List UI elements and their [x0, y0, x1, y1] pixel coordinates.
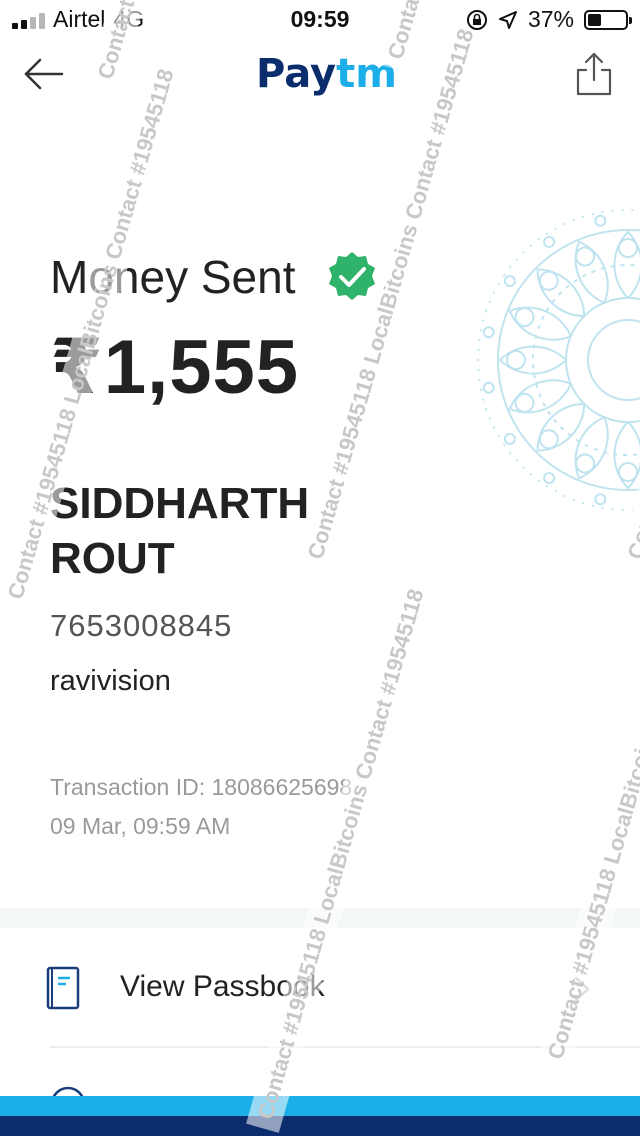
- payment-status-title: Money Sent: [50, 251, 296, 303]
- battery-fill: [588, 13, 601, 26]
- arrow-left-icon: [24, 58, 64, 90]
- share-button[interactable]: [574, 50, 614, 98]
- logo-tm-text: tm: [336, 51, 397, 97]
- verified-check-icon: [329, 252, 376, 300]
- orientation-lock-icon: [466, 9, 487, 30]
- amount-value: ₹1,555: [50, 325, 300, 410]
- recipient-handle: ravivision: [50, 665, 171, 697]
- share-icon: [576, 52, 612, 96]
- location-arrow-icon: [498, 10, 517, 29]
- status-right: 37%: [466, 6, 632, 33]
- battery-icon: [584, 9, 632, 30]
- status-title-row: Money Sent: [50, 250, 379, 304]
- bottom-bar-dark: [0, 1116, 640, 1136]
- status-bar: Airtel 4G 09:59 37%: [0, 0, 640, 40]
- mandala-decoration: [477, 209, 640, 511]
- view-passbook-row[interactable]: View Passbook: [0, 928, 640, 1048]
- passbook-icon: [46, 966, 80, 1010]
- row-divider: [50, 1046, 640, 1048]
- back-button[interactable]: [22, 54, 66, 94]
- paytm-logo: Pay tm: [256, 51, 397, 97]
- transaction-date: 09 Mar, 09:59 AM: [50, 813, 231, 839]
- transaction-id: Transaction ID: 18086625698: [50, 774, 353, 800]
- chevron-right-icon: [574, 976, 590, 1002]
- battery-percent: 37%: [527, 6, 574, 32]
- watermark-band: Contact #19545118 LocalBitcoins Contact …: [246, 585, 434, 1133]
- recipient-phone: 7653008845: [50, 608, 233, 643]
- section-divider-band: [0, 908, 640, 928]
- app-header: Pay tm: [0, 40, 640, 110]
- bottom-bar-light: [0, 1096, 640, 1116]
- payment-receipt-screen: Airtel 4G 09:59 37% Pay tm Money Sent ₹1…: [0, 0, 640, 1136]
- logo-pay-text: Pay: [256, 51, 337, 97]
- recipient-name: SIDDHARTH ROUT: [50, 479, 310, 583]
- view-passbook-label: View Passbook: [120, 970, 325, 1003]
